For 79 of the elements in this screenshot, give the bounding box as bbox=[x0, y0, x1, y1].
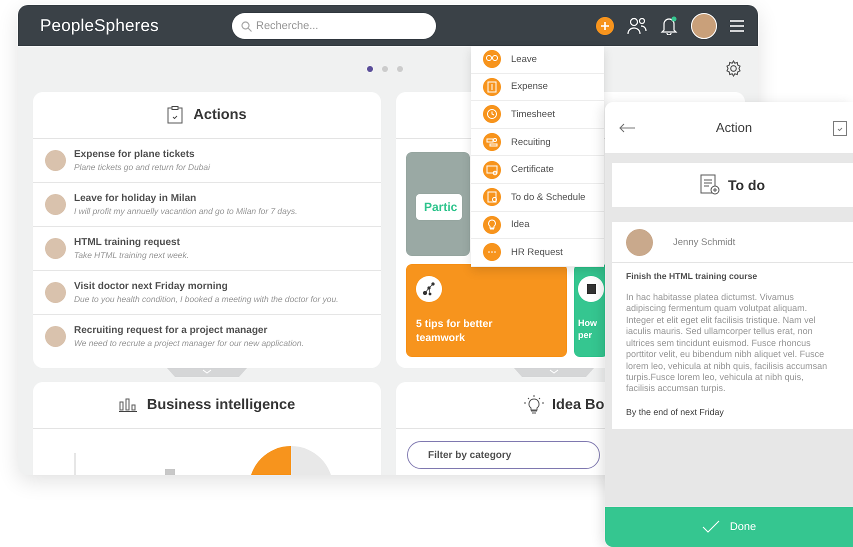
add-icon[interactable] bbox=[596, 16, 614, 34]
avatar bbox=[45, 326, 66, 347]
photo-caption: Partic bbox=[416, 194, 462, 220]
bell-icon[interactable] bbox=[660, 16, 678, 35]
user-avatar[interactable] bbox=[691, 12, 717, 38]
menu-label: Timesheet bbox=[511, 108, 555, 120]
menu-label: Leave bbox=[511, 54, 537, 65]
back-arrow-icon[interactable] bbox=[619, 122, 635, 132]
menu-item[interactable]: Timesheet bbox=[471, 101, 604, 129]
avatar bbox=[45, 282, 66, 303]
menu-item[interactable]: To do & Schedule bbox=[471, 184, 604, 212]
tile-title: 5 tips for better teamwork bbox=[416, 317, 494, 346]
action-item[interactable]: Visit doctor next Friday morning Due to you health condition, I booked a meeting with the doctor for you. bbox=[33, 271, 381, 315]
action-subtitle: Due to you health condition, I booked a meeting with the doctor for you. bbox=[74, 294, 338, 304]
card-title: Business intelligence bbox=[146, 397, 296, 413]
action-title: Expense for plane tickets bbox=[74, 149, 196, 160]
menu-label: To do & Schedule bbox=[511, 192, 586, 203]
action-subtitle: We need to recrute a project manager for our new application. bbox=[74, 338, 304, 348]
receipt-icon bbox=[483, 78, 501, 96]
menu-item[interactable]: Leave bbox=[471, 46, 604, 74]
menu-item[interactable]: Idea bbox=[471, 212, 604, 240]
menu-item[interactable]: Recuiting bbox=[471, 128, 604, 156]
action-title: Leave for holiday in Milan bbox=[74, 193, 198, 204]
action-item[interactable]: Recruiting request for a project manager We need to recrute a project manager for our new application. bbox=[33, 315, 381, 358]
tile-title: How per bbox=[578, 317, 598, 342]
category-filter[interactable]: Filter by category bbox=[407, 441, 600, 469]
menu-label: Idea bbox=[511, 219, 530, 230]
action-title: Recruiting request for a project manager bbox=[74, 325, 268, 336]
menu-label: Recuiting bbox=[511, 136, 551, 148]
menu-label: HR Request bbox=[511, 246, 563, 258]
task-deadline: By the end of next Friday bbox=[626, 406, 725, 417]
action-item[interactable]: HTML training request Take HTML training next week. bbox=[33, 227, 381, 271]
clipboard-icon[interactable] bbox=[832, 120, 847, 136]
menu-label: Certificate bbox=[511, 164, 554, 176]
avatar bbox=[626, 228, 653, 256]
section-title: To do bbox=[728, 177, 766, 193]
checkmark-icon bbox=[702, 520, 720, 534]
article-icon bbox=[416, 276, 442, 302]
action-item[interactable]: Leave for holiday in Milan I will profit my annuelly vacantion and go to Milan for 7 days. bbox=[33, 183, 381, 227]
task-description: In hac habitasse platea dictumst. Vivamus adipiscing fermentum quam volutpat aliquam. Integer et elit eget elit facilisis tristique. Nam vel iaculis mauris. Sed ullamcorper tellus erat, non ultrices sem tincidunt euismod. Fusce rhoncus porttitor velit, eu bibendum nibh aliquet vel. Fusce lorem leo, vehicula at nibh quis, facilisis accumsan turpis.Fusce lorem leo, vehicula at nibh quis, facilisis accumsan turpis. bbox=[626, 292, 828, 395]
search-icon bbox=[241, 20, 252, 32]
action-subtitle: I will profit my annuelly vacantion and go to Milan for 7 days. bbox=[74, 206, 298, 216]
menu-item[interactable]: Certificate bbox=[471, 156, 604, 184]
lightbulb-icon bbox=[524, 395, 544, 415]
menu-item[interactable]: Expense bbox=[471, 74, 604, 102]
author-name: Jenny Schmidt bbox=[673, 236, 736, 248]
todo-list-icon bbox=[700, 174, 720, 196]
search-field[interactable]: Recherche... bbox=[232, 12, 436, 38]
task-title: Finish the HTML training course bbox=[626, 271, 758, 281]
action-title: Visit doctor next Friday morning bbox=[74, 281, 229, 292]
avatar bbox=[45, 194, 66, 215]
glasses-icon bbox=[483, 50, 501, 68]
action-item[interactable]: Expense for plane tickets Plane tickets go and return for Dubai bbox=[33, 139, 381, 183]
pager-dot[interactable] bbox=[382, 66, 388, 72]
list-icon bbox=[483, 188, 501, 206]
bar-chart-icon bbox=[118, 398, 137, 412]
avatar bbox=[45, 150, 66, 171]
action-subtitle: Plane tickets go and return for Dubai bbox=[74, 162, 210, 172]
clipboard-icon bbox=[167, 106, 184, 124]
pager-dot[interactable] bbox=[367, 66, 373, 72]
menu-item[interactable]: HR Request bbox=[471, 239, 604, 267]
settings-icon[interactable] bbox=[725, 60, 742, 77]
menu-label: Expense bbox=[511, 81, 548, 92]
app-logo: PeopleSpheres bbox=[40, 16, 160, 36]
card-title: Actions bbox=[193, 107, 247, 123]
panel-title: Action bbox=[716, 120, 752, 135]
more-icon bbox=[483, 243, 501, 262]
pager-dot[interactable] bbox=[397, 66, 403, 72]
lightbulb-icon bbox=[483, 216, 501, 234]
clock-icon bbox=[483, 105, 501, 124]
certificate-icon bbox=[483, 160, 501, 179]
card-title: Idea Bo bbox=[552, 397, 604, 413]
menu-icon[interactable] bbox=[730, 20, 744, 32]
action-subtitle: Take HTML training next week. bbox=[74, 250, 189, 260]
avatar bbox=[45, 238, 66, 259]
article-icon bbox=[578, 276, 604, 302]
people-card-icon bbox=[483, 133, 501, 152]
action-title: HTML training request bbox=[74, 237, 181, 248]
people-icon[interactable] bbox=[627, 16, 647, 34]
